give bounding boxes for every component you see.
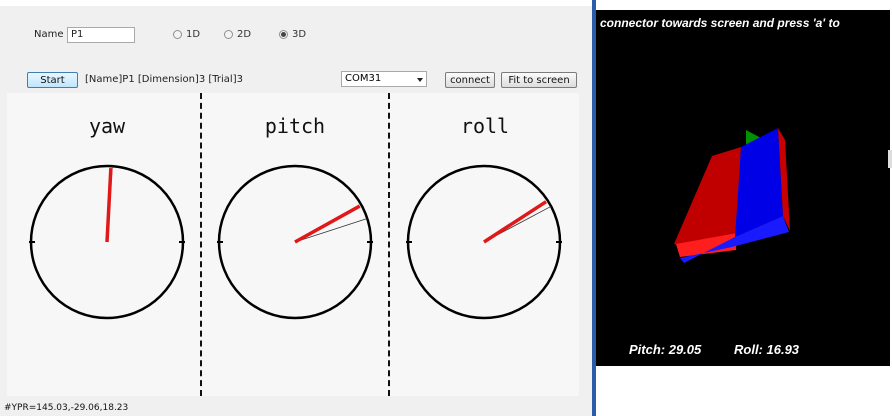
roll-needle <box>483 200 548 244</box>
viewer-banner: connector towards screen and press 'a' t… <box>600 16 840 30</box>
3d-viewer <box>596 10 890 366</box>
yaw-needle <box>105 168 113 243</box>
viewer-pitch: Pitch: 29.05 <box>629 342 702 357</box>
board-model <box>674 128 790 263</box>
viewer-roll: Roll: 16.93 <box>734 342 800 357</box>
status-text: #YPR=145.03,-29.06,18.23 <box>4 403 129 413</box>
gauges-canvas <box>29 164 562 320</box>
board-red-face-top <box>674 147 741 246</box>
scrollbar-thumb[interactable] <box>888 150 892 168</box>
app-window: Name P1 1D 2D 3D Start [Name]P1 [Dimensi… <box>0 0 592 416</box>
